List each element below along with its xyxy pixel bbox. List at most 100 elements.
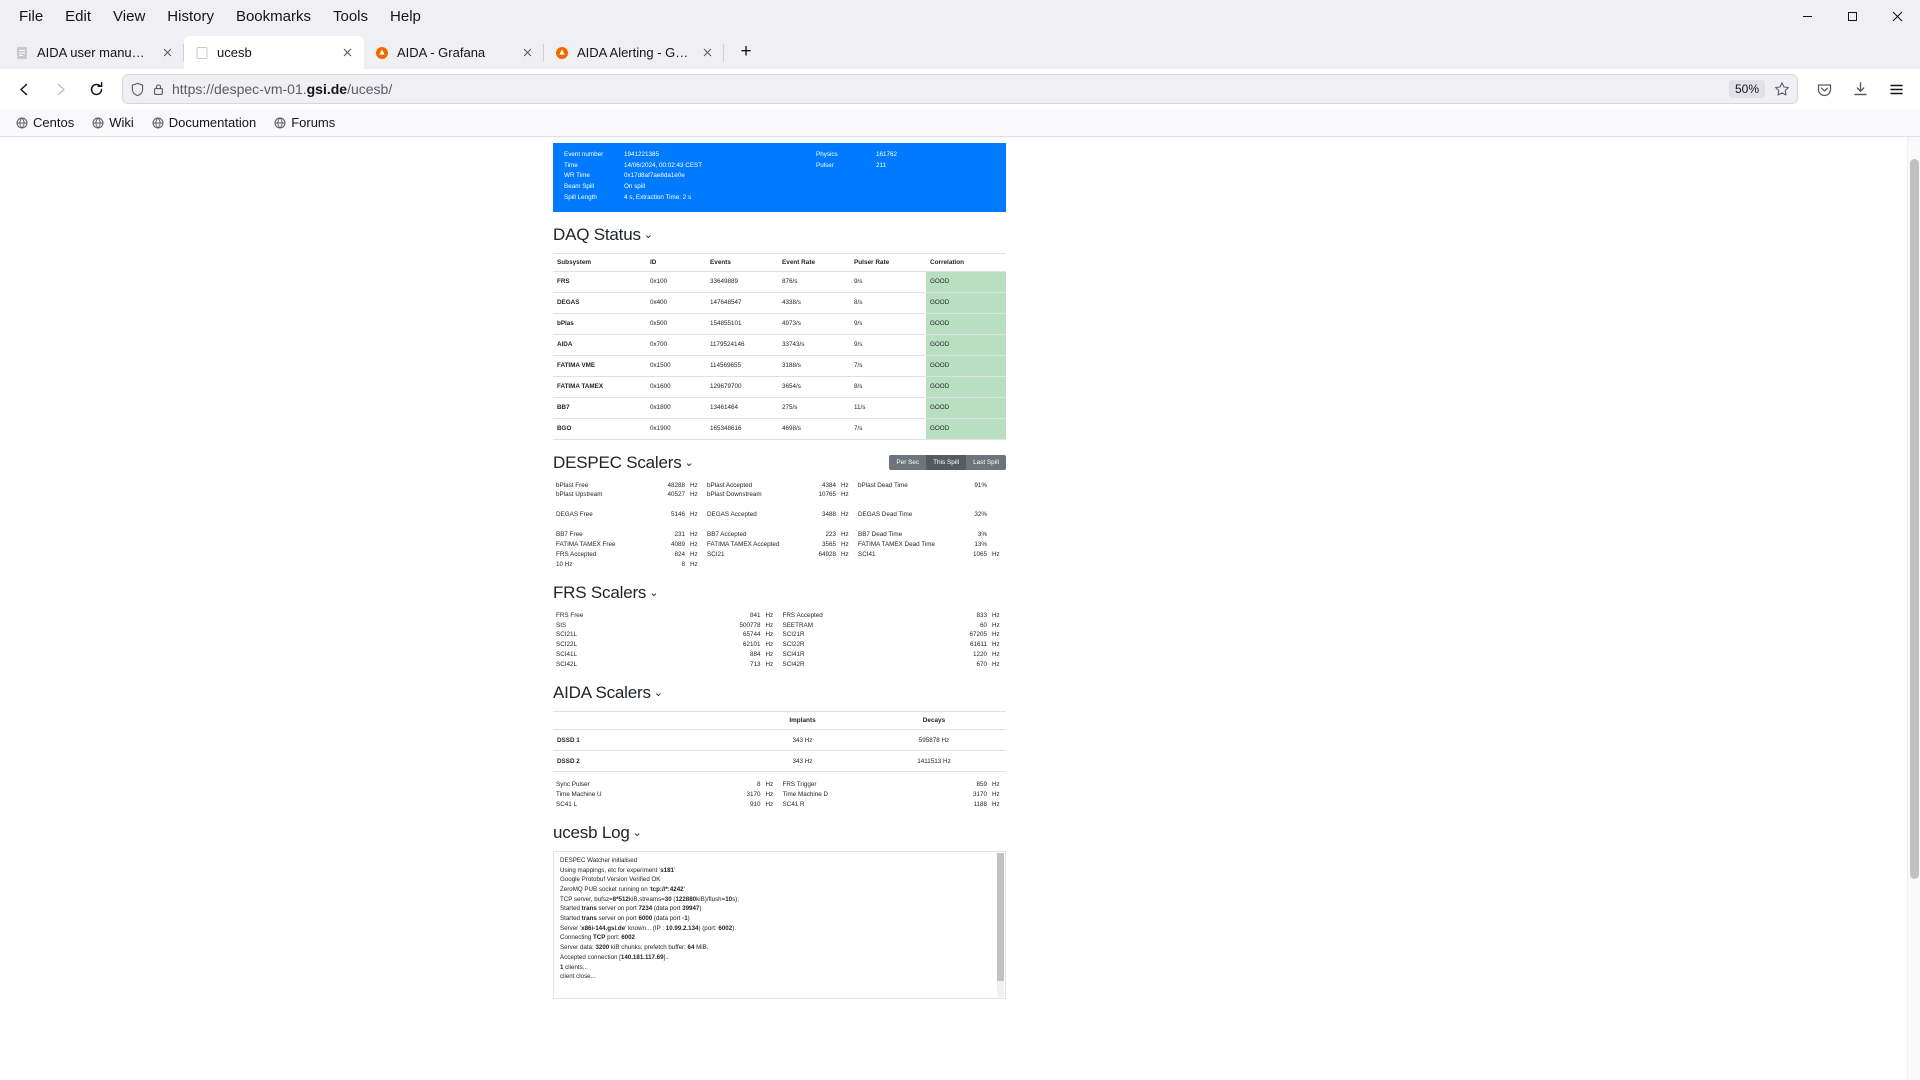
close-icon[interactable] (158, 44, 176, 62)
banner-key: Physics (816, 151, 838, 158)
page-scrollbar-thumb[interactable] (1910, 159, 1919, 879)
maximize-icon[interactable] (1830, 0, 1875, 33)
lock-icon[interactable] (152, 83, 165, 96)
globe-icon (16, 117, 28, 129)
bookmark-star-icon[interactable] (1774, 81, 1790, 97)
scaler-item: FATIMA TAMEX Accepted 3565 Hz (704, 540, 855, 550)
scaler-label: bPlast Downstream (707, 491, 762, 499)
cell-pulser-rate: 7/s (850, 355, 926, 377)
tab-this-spill[interactable]: This Spill (926, 454, 967, 470)
close-icon[interactable] (1875, 0, 1920, 33)
ucesb-log-heading[interactable]: ucesb Log ⌄ (553, 823, 1006, 843)
banner-right-keys: Physics Pulser (816, 150, 876, 204)
page-scrollbar[interactable] (1907, 137, 1920, 1080)
scaler-item: SCI22R 61611 Hz (780, 640, 1007, 650)
hamburger-menu-icon[interactable] (1880, 73, 1912, 105)
despec-scalers-grid: bPlast Free 48288 Hz bPlast Accepted 4384 Hz… (553, 481, 1006, 570)
zoom-level-indicator[interactable]: 50% (1728, 80, 1765, 98)
navigation-bar: https://despec-vm-01.gsi.de/ucesb/ 50% (0, 69, 1920, 109)
menu-edit[interactable]: Edit (54, 4, 102, 29)
cell-events: 114569655 (706, 355, 778, 377)
tab-aida-alerting-grafana[interactable]: AIDA Alerting - Grafana (544, 36, 724, 69)
cell-id: 0x1500 (646, 355, 706, 377)
scaler-item: DEGAS Accepted 3488 Hz (704, 510, 855, 520)
cell-pulser-rate: 9/s (850, 271, 926, 293)
shield-icon[interactable] (130, 82, 145, 97)
scaler-unit: Hz (841, 550, 849, 558)
scaler-unit: Hz (765, 631, 774, 639)
banner-value: 211 (876, 161, 887, 169)
menu-tools[interactable]: Tools (322, 4, 379, 29)
ucesb-log-box[interactable]: DESPEC Watcher initialised Using mappings… (553, 850, 1006, 999)
banner-key: Time (564, 161, 578, 169)
menu-history[interactable]: History (156, 4, 225, 29)
scaler-label: bPlast Dead Time (858, 481, 908, 489)
bookmark-wiki[interactable]: Wiki (84, 112, 142, 133)
close-icon[interactable] (338, 44, 356, 62)
globe-icon (274, 117, 286, 129)
scaler-item: bPlast Downstream 10765 Hz (704, 490, 855, 500)
banner-value: On spill (624, 183, 645, 191)
col-subsystem: Subsystem (553, 252, 646, 272)
scaler-item: SEETRAM 60 Hz (780, 621, 1007, 631)
scaler-item: BB7 Free 231 Hz (553, 530, 704, 540)
downloads-icon[interactable] (1844, 73, 1876, 105)
pocket-icon[interactable] (1808, 73, 1840, 105)
menu-file[interactable]: File (8, 4, 54, 29)
scaler-label: FRS Free (556, 611, 584, 619)
scaler-label: FRS Accepted (782, 611, 823, 619)
close-icon[interactable] (698, 44, 716, 62)
log-line: Started trans server on port 7234 (data … (560, 905, 702, 913)
banner-key: WR Time (564, 172, 590, 180)
col-blank (553, 711, 743, 731)
scaler-value: 3565 (821, 540, 836, 548)
menu-help[interactable]: Help (379, 4, 432, 29)
bookmark-centos[interactable]: Centos (8, 112, 82, 133)
scaler-label: bPlast Upstream (556, 491, 603, 499)
scaler-label: BB7 Accepted (707, 531, 747, 539)
daq-status-table: Subsystem ID Events Event Rate Pulser Ra… (553, 252, 1006, 440)
log-line: client close... (560, 973, 596, 981)
chevron-down-icon[interactable]: ⌄ (633, 826, 642, 839)
menu-view[interactable]: View (102, 4, 156, 29)
cell-event-rate: 33743/s (778, 334, 850, 356)
chevron-down-icon[interactable]: ⌄ (649, 586, 658, 599)
back-icon[interactable] (8, 73, 40, 105)
close-icon[interactable] (518, 44, 536, 62)
new-tab-button[interactable]: + (730, 37, 762, 67)
log-scrollbar[interactable] (997, 852, 1004, 997)
scaler-label: bPlast Free (556, 481, 589, 489)
scaler-item: BB7 Dead Time 3% (855, 530, 1006, 540)
aida-scalers-heading[interactable]: AIDA Scalers ⌄ (553, 683, 1006, 703)
bookmark-documentation[interactable]: Documentation (144, 112, 264, 133)
tab-aida-grafana[interactable]: AIDA - Grafana (364, 36, 544, 69)
minimize-icon[interactable] (1785, 0, 1830, 33)
frs-scalers-heading[interactable]: FRS Scalers ⌄ (553, 583, 1006, 603)
tab-per-sec[interactable]: Per Sec (889, 454, 927, 470)
chevron-down-icon[interactable]: ⌄ (685, 456, 694, 469)
table-row: FATIMA TAMEX 0x1600 129679700 3654/s 8/s GOOD (553, 376, 1006, 398)
scaler-value: 62101 (742, 641, 761, 649)
address-bar[interactable]: https://despec-vm-01.gsi.de/ucesb/ 50% (122, 74, 1798, 104)
scaler-label: FRS Accepted (556, 550, 597, 558)
daq-status-body: FRS 0x100 33649889 876/s 9/s GOOD DEGAS 0x400 1… (553, 271, 1006, 440)
reload-icon[interactable] (80, 73, 112, 105)
cell-implants: 343 Hz (743, 729, 862, 752)
chevron-down-icon[interactable]: ⌄ (644, 228, 653, 241)
scaler-item (704, 560, 855, 570)
bookmark-forums[interactable]: Forums (266, 112, 343, 133)
tab-last-spill[interactable]: Last Spill (966, 454, 1006, 470)
forward-icon[interactable] (44, 73, 76, 105)
daq-status-heading[interactable]: DAQ Status ⌄ (553, 225, 1006, 245)
log-scrollbar-thumb[interactable] (997, 852, 1004, 981)
cell-subsystem: AIDA (553, 334, 646, 356)
despec-scalers-title: DESPEC Scalers (553, 452, 682, 472)
banner-key: Beam Spill (564, 183, 595, 191)
scaler-label: DEGAS Dead Time (858, 511, 913, 519)
url-host: gsi.de (306, 81, 348, 97)
tab-ucesb[interactable]: ucesb (184, 36, 364, 69)
scaler-unit: Hz (992, 621, 1000, 629)
tab-aida-user-manual[interactable]: AIDA user manual - aida_man (4, 36, 184, 69)
chevron-down-icon[interactable]: ⌄ (654, 686, 663, 699)
menu-bookmarks[interactable]: Bookmarks (225, 4, 322, 29)
